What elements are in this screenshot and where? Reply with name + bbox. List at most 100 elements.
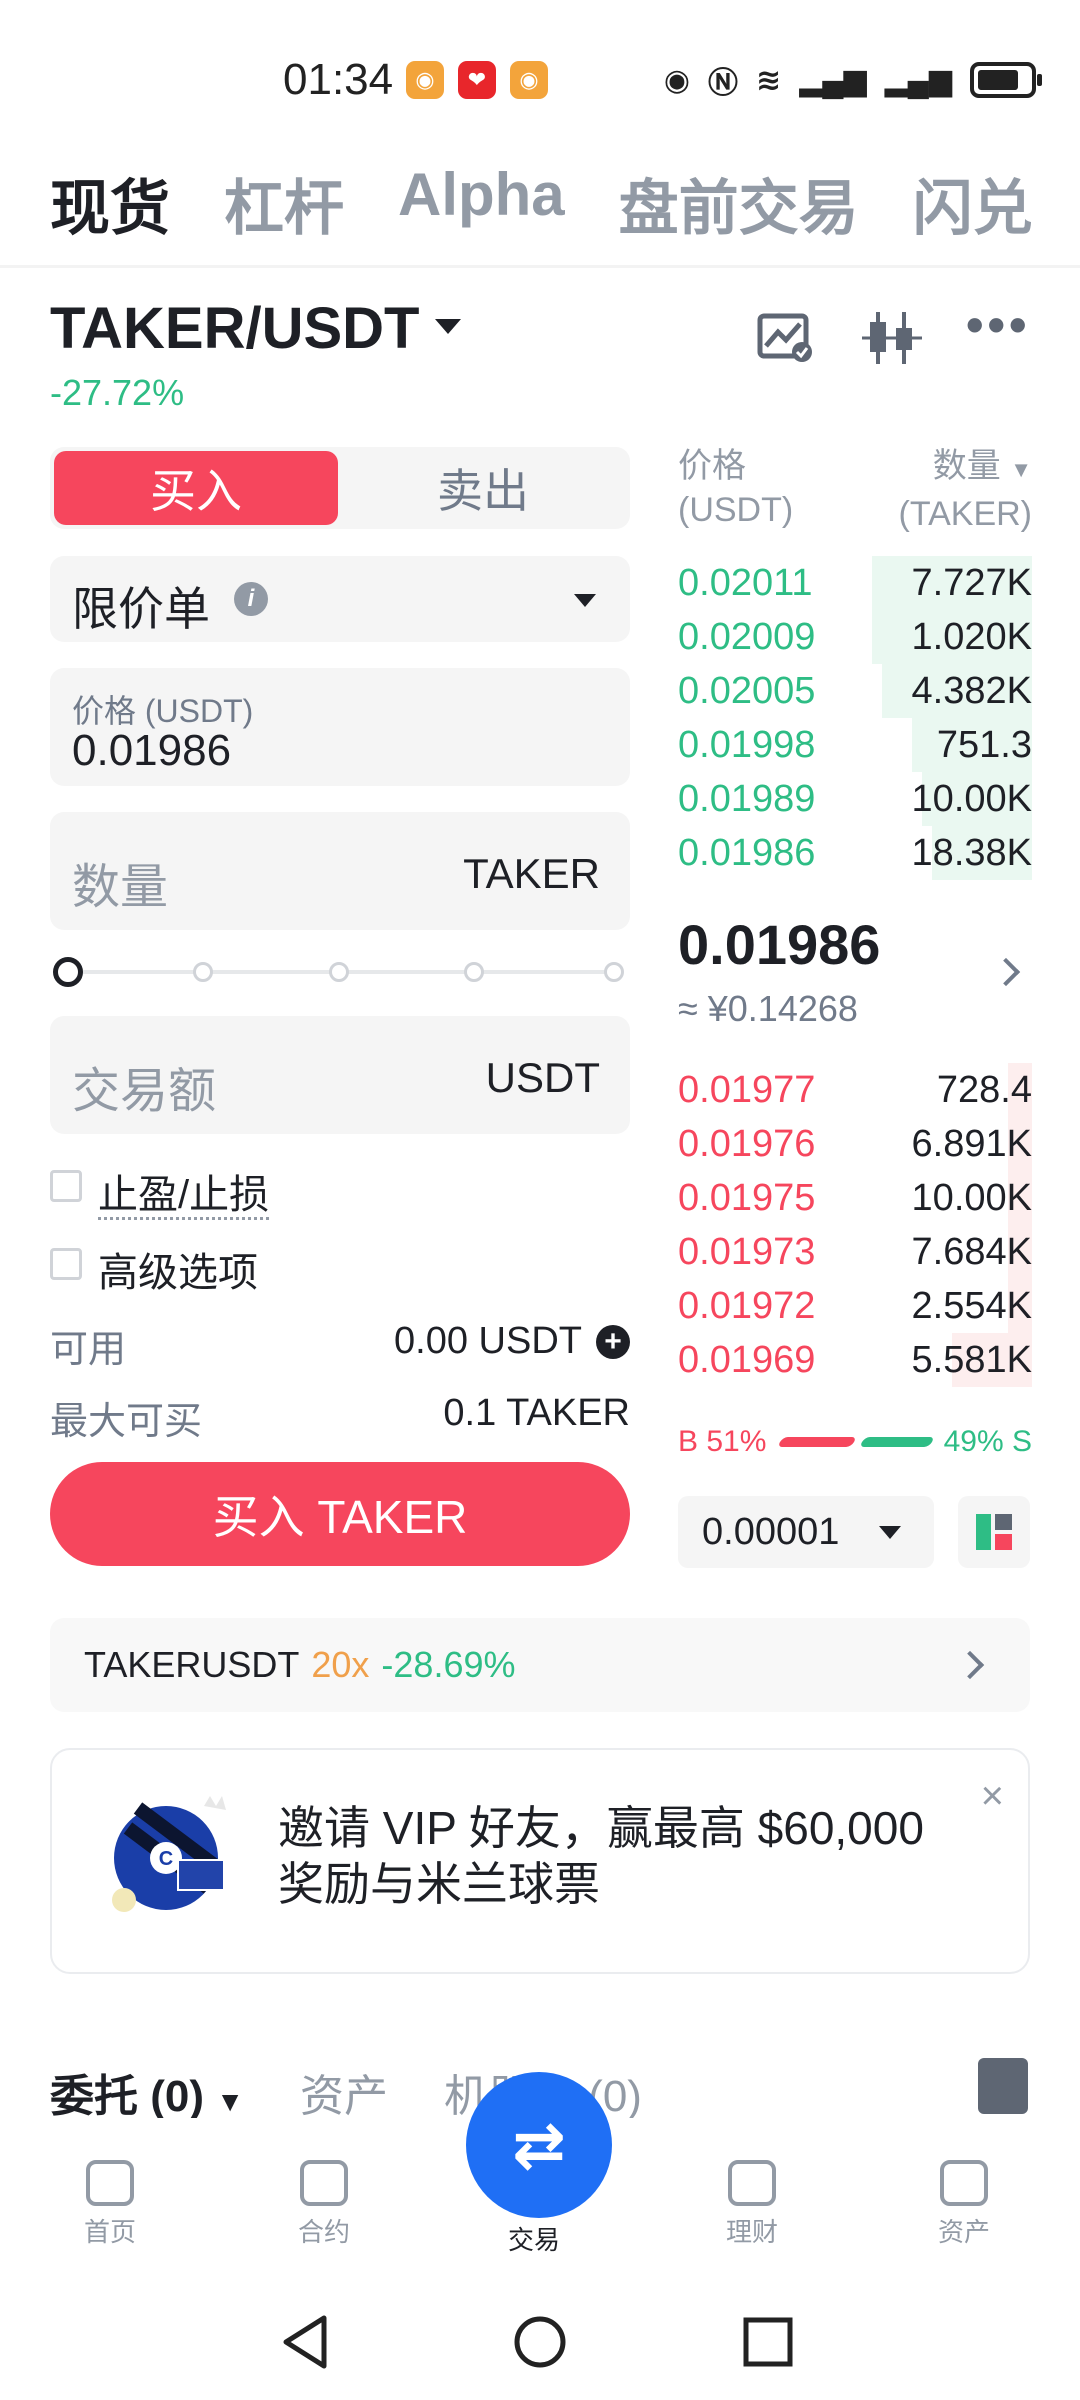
- orderbook-row[interactable]: 0.02009 1.020K: [678, 610, 1032, 664]
- quantity-field[interactable]: 数量 TAKER: [50, 812, 630, 930]
- nav-assets[interactable]: 资产: [904, 2160, 1024, 2249]
- nav-futures[interactable]: 合约: [264, 2160, 384, 2249]
- nav-trade[interactable]: 交易: [474, 2220, 594, 2257]
- chart-settings-icon[interactable]: [756, 310, 816, 366]
- max-buy-value: 0.1 TAKER: [443, 1392, 630, 1434]
- tab-spot[interactable]: 现货: [50, 160, 170, 247]
- info-icon[interactable]: i: [234, 582, 268, 616]
- available-value: 0.00 USDT: [394, 1320, 582, 1362]
- slider-mark-50[interactable]: [329, 962, 349, 982]
- row-price: 0.01972: [678, 1285, 816, 1327]
- tpsl-label[interactable]: 止盈/止损: [98, 1162, 270, 1220]
- orderbook-qty-header[interactable]: 数量 ▼ (TAKER): [899, 444, 1032, 536]
- slider-handle[interactable]: [53, 957, 83, 987]
- futures-link-row[interactable]: TAKERUSDT 20x -28.69%: [50, 1618, 1030, 1712]
- orderbook-layout-icon[interactable]: [958, 1496, 1030, 1568]
- orderbook-row[interactable]: 0.01977 728.4: [678, 1063, 1032, 1117]
- sell-tab[interactable]: 卖出: [340, 451, 626, 525]
- orderbook-row[interactable]: 0.01975 10.00K: [678, 1171, 1032, 1225]
- more-options-icon[interactable]: •••: [966, 296, 1027, 353]
- add-funds-icon[interactable]: +: [596, 1324, 630, 1359]
- banner-text: 邀请 VIP 好友，赢最高 $60,000 奖励与米兰球票: [278, 1800, 924, 1912]
- row-price: 0.01975: [678, 1177, 816, 1219]
- recents-icon[interactable]: [742, 2316, 794, 2368]
- slider-mark-100[interactable]: [604, 962, 624, 982]
- candlestick-chart-icon[interactable]: [862, 310, 922, 366]
- divider: [0, 265, 1080, 268]
- chevron-down-icon: [435, 319, 462, 335]
- orderbook-row[interactable]: 0.01969 5.581K: [678, 1333, 1032, 1387]
- price-input[interactable]: 0.01986: [72, 726, 231, 776]
- chevron-right-icon[interactable]: [991, 957, 1021, 987]
- sell-ratio-bar: [859, 1437, 935, 1447]
- caret-down-icon: ▼: [216, 2086, 244, 2117]
- price-field[interactable]: 价格 (USDT) 0.01986: [50, 668, 630, 786]
- last-price-cny: ≈ ¥0.14268: [678, 988, 858, 1029]
- nav-earn[interactable]: 理财: [692, 2160, 812, 2249]
- football-illustration-icon: C: [108, 1788, 228, 1918]
- slider-mark-75[interactable]: [464, 962, 484, 982]
- row-qty: 7.684K: [911, 1231, 1032, 1273]
- promo-banner[interactable]: C 邀请 VIP 好友，赢最高 $60,000 奖励与米兰球票 ×: [50, 1748, 1030, 1974]
- row-qty: 5.581K: [911, 1339, 1032, 1381]
- row-price: 0.02005: [678, 670, 816, 712]
- chevron-right-icon: [955, 1650, 985, 1680]
- orderbook-row[interactable]: 0.01986 18.38K: [678, 826, 1032, 880]
- orderbook-row[interactable]: 0.01972 2.554K: [678, 1279, 1032, 1333]
- eye-comfort-icon: ◉: [663, 63, 691, 97]
- tab-assets[interactable]: 资产: [300, 2060, 388, 2124]
- order-history-icon[interactable]: [978, 2058, 1028, 2114]
- quantity-placeholder: 数量: [72, 861, 169, 914]
- available-label: 可用: [50, 1329, 127, 1371]
- home-button-icon[interactable]: [512, 2314, 568, 2370]
- banner-line-2: 奖励与米兰球票: [278, 1858, 600, 1910]
- order-type-label: 限价单: [72, 583, 210, 635]
- row-price: 0.02011: [678, 562, 813, 604]
- buy-tab[interactable]: 买入: [54, 451, 338, 525]
- row-price: 0.01986: [678, 832, 816, 874]
- orderbook-row[interactable]: 0.01973 7.684K: [678, 1225, 1032, 1279]
- tab-convert[interactable]: 闪兑: [913, 160, 1033, 247]
- close-icon[interactable]: ×: [981, 1774, 1004, 1819]
- tab-margin[interactable]: 杠杆: [224, 160, 344, 247]
- buy-ratio-bar: [777, 1437, 857, 1447]
- back-icon[interactable]: [280, 2314, 332, 2370]
- tab-premarket[interactable]: 盘前交易: [619, 160, 859, 247]
- sell-ratio: 49% S: [943, 1425, 1032, 1458]
- order-type-select[interactable]: 限价单 i: [50, 556, 630, 642]
- pair-change: -27.72%: [50, 372, 185, 413]
- slider-mark-25[interactable]: [193, 962, 213, 982]
- app-notification-icon: ❤: [458, 61, 496, 99]
- earn-icon: [728, 2160, 776, 2206]
- amount-field[interactable]: 交易额 USDT: [50, 1016, 630, 1134]
- orderbook-row[interactable]: 0.01998 751.3: [678, 718, 1032, 772]
- nfc-icon: Ⓝ: [708, 67, 739, 100]
- row-qty: 6.891K: [911, 1123, 1032, 1165]
- row-qty: 1.020K: [911, 616, 1032, 658]
- orderbook-row[interactable]: 0.02005 4.382K: [678, 664, 1032, 718]
- home-icon: [86, 2160, 134, 2206]
- pair-symbol: TAKER/USDT: [50, 296, 420, 361]
- orderbook-row[interactable]: 0.01976 6.891K: [678, 1117, 1032, 1171]
- price-header-label: 价格: [678, 447, 746, 485]
- status-bar: 01:34 ◉ ❤ ◉ ◉ Ⓝ ≋ ▂▄▆ ▂▄▆: [0, 0, 1080, 150]
- trade-fab-icon[interactable]: ⇄: [466, 2072, 612, 2218]
- weibo-notification-icon-2: ◉: [510, 61, 548, 99]
- orderbook-row[interactable]: 0.02011 7.727K: [678, 556, 1032, 610]
- svg-text:C: C: [159, 1848, 173, 1870]
- orderbook-row[interactable]: 0.01989 10.00K: [678, 772, 1032, 826]
- row-qty: 18.38K: [911, 832, 1032, 874]
- advanced-checkbox[interactable]: [50, 1248, 82, 1280]
- tab-open-orders[interactable]: 委托 (0) ▼: [50, 2060, 244, 2124]
- advanced-label[interactable]: 高级选项: [98, 1240, 258, 1298]
- pair-selector[interactable]: TAKER/USDT: [50, 295, 462, 362]
- market-tabs: 现货 杠杆 Alpha 盘前交易 闪兑: [50, 160, 1033, 247]
- row-qty: 7.727K: [911, 562, 1032, 604]
- nav-home[interactable]: 首页: [50, 2160, 170, 2249]
- tick-size-select[interactable]: 0.00001: [678, 1496, 934, 1568]
- buy-submit-button[interactable]: 买入 TAKER: [50, 1462, 630, 1566]
- max-buy-label: 最大可买: [50, 1401, 203, 1443]
- tab-alpha[interactable]: Alpha: [398, 160, 565, 247]
- tpsl-checkbox[interactable]: [50, 1170, 82, 1202]
- row-price: 0.01969: [678, 1339, 816, 1381]
